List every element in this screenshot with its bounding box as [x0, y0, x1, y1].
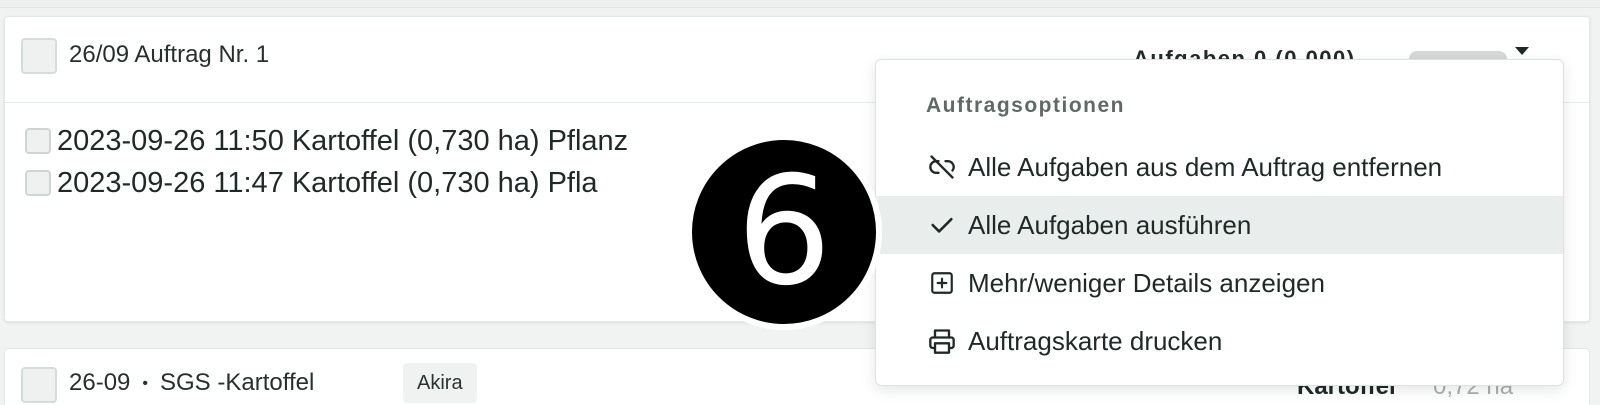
task-checkbox[interactable]: [25, 170, 51, 196]
task-date: 2023-09-26 11:47: [57, 166, 284, 199]
unlink-icon: [928, 153, 956, 181]
task-checkbox[interactable]: [25, 128, 51, 154]
order-options-menu: Auftragsoptionen Alle Aufgaben aus dem A…: [875, 59, 1564, 386]
menu-item-print-order-map[interactable]: Auftragskarte drucken: [876, 312, 1563, 370]
menu-item-execute-all-tasks[interactable]: Alle Aufgaben ausführen: [876, 196, 1563, 254]
task-date: 2023-09-26 11:50: [57, 124, 284, 157]
top-strip: [0, 0, 1600, 8]
step-number-badge: 6: [686, 134, 882, 330]
order-2-date: 26-09: [69, 369, 131, 396]
task-crop: Kartoffel (0,730 ha): [291, 124, 540, 157]
menu-item-label: Alle Aufgaben aus dem Auftrag entfernen: [968, 151, 1443, 182]
task-type: Pfla: [547, 166, 598, 199]
menu-item-toggle-details[interactable]: Mehr/weniger Details anzeigen: [876, 254, 1563, 312]
separator-dot: •: [142, 374, 148, 392]
check-icon: [928, 211, 956, 239]
order-2-title: 26-09 • SGS -Kartoffel: [69, 369, 314, 397]
task-row: 2023-09-26 11:50 Kartoffel (0,730 ha) Pf…: [25, 121, 628, 161]
menu-header: Auftragsoptionen: [926, 94, 1125, 117]
order-2-name: SGS -Kartoffel: [160, 369, 315, 396]
order-select-checkbox[interactable]: [21, 38, 57, 74]
order-title: 26/09 Auftrag Nr. 1: [69, 41, 270, 68]
menu-item-label: Mehr/weniger Details anzeigen: [968, 267, 1325, 298]
task-crop: Kartoffel (0,730 ha): [291, 166, 540, 199]
user-tag: Akira: [403, 363, 477, 403]
order-options-dropdown-toggle[interactable]: [1515, 47, 1529, 55]
task-row: 2023-09-26 11:47 Kartoffel (0,730 ha) Pf…: [25, 163, 598, 203]
task-type: Pflanz: [547, 124, 629, 157]
menu-item-label: Alle Aufgaben ausführen: [968, 209, 1252, 240]
menu-item-label: Auftragskarte drucken: [968, 325, 1223, 356]
printer-icon: [928, 327, 956, 355]
order-2-select-checkbox[interactable]: [21, 367, 57, 403]
plus-square-icon: [928, 269, 956, 297]
menu-item-remove-all-tasks[interactable]: Alle Aufgaben aus dem Auftrag entfernen: [876, 138, 1563, 196]
